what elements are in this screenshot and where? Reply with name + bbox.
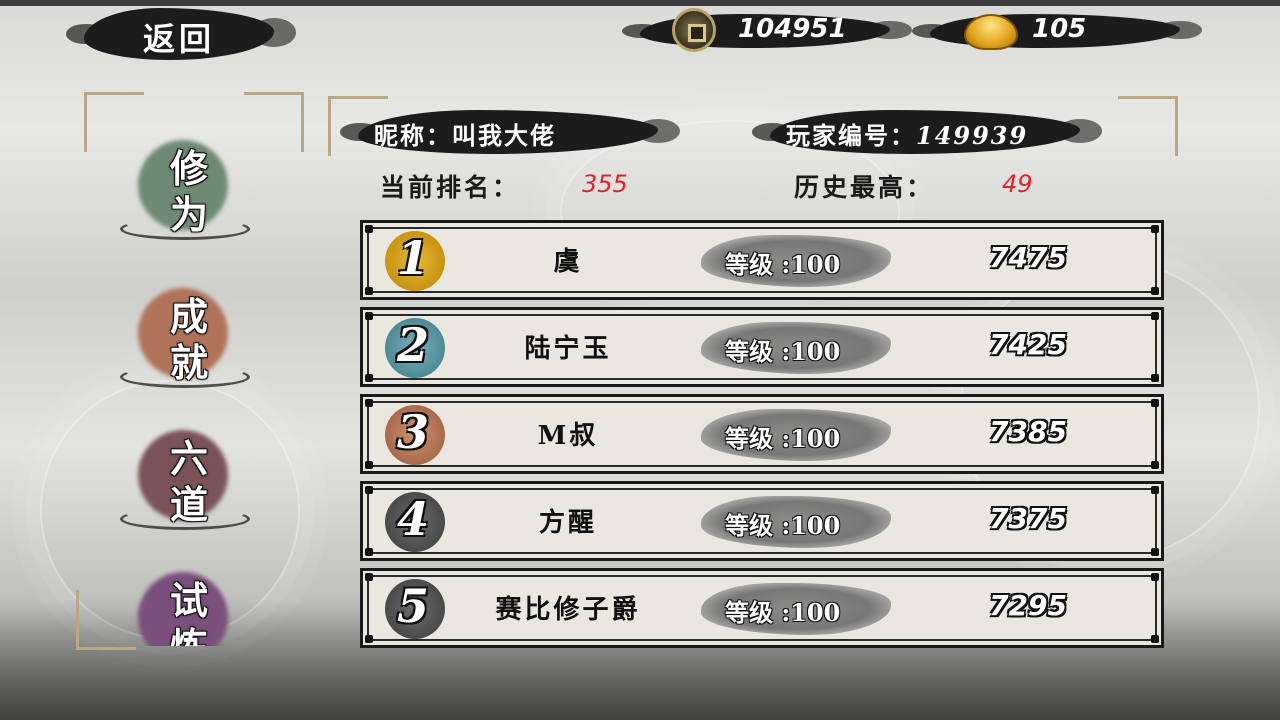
player-name: 虞	[553, 247, 583, 277]
rank-number: 5	[397, 579, 430, 633]
frame-corner	[1118, 96, 1178, 156]
score: 7375	[989, 502, 1067, 535]
corner-rivet	[1151, 548, 1159, 556]
tab-label-bottom: 就	[170, 340, 209, 385]
current-rank-label: 当前排名：	[380, 173, 521, 202]
level-text: 等级 :100	[725, 337, 841, 366]
player-name: 陆宁玉	[524, 334, 612, 364]
rank-number: 2	[397, 318, 430, 372]
level-badge: 等级 :100	[701, 409, 891, 461]
tab-label-bottom: 道	[170, 482, 209, 527]
back-button-label: 返回	[142, 20, 215, 58]
corner-rivet	[365, 573, 373, 581]
level-text: 等级 :100	[725, 250, 841, 279]
tab-trial[interactable]: 试 炼	[116, 566, 256, 646]
ranking-row[interactable]: 1 虞 等级 :100 7475	[360, 220, 1164, 300]
nickname-tag: 昵称：叫我大佬	[340, 110, 680, 154]
best-rank-label: 历史最高：	[794, 173, 935, 202]
top-strip	[0, 0, 1280, 6]
gold-ingot-icon	[964, 14, 1018, 50]
corner-rivet	[365, 287, 373, 295]
corner-rivet	[365, 548, 373, 556]
coin-counter: 104951	[622, 8, 912, 52]
nickname-value: 叫我大佬	[452, 121, 556, 150]
corner-rivet	[365, 461, 373, 469]
score: 7295	[989, 589, 1067, 622]
ranking-row[interactable]: 3 M叔 等级 :100 7385	[360, 394, 1164, 474]
level-badge: 等级 :100	[701, 583, 891, 635]
ingot-counter: 105	[912, 10, 1202, 52]
tab-six-paths[interactable]: 六 道	[116, 424, 256, 534]
score: 7475	[989, 241, 1067, 274]
rank-number: 4	[397, 492, 430, 546]
score: 7425	[989, 328, 1067, 361]
player-id-tag: 玩家编号：149939	[752, 110, 1102, 154]
current-rank-value: 355	[582, 170, 628, 198]
player-id-value: 149939	[916, 121, 1029, 150]
best-rank-value: 49	[1002, 170, 1033, 198]
corner-rivet	[1151, 374, 1159, 382]
level-text: 等级 :100	[725, 598, 841, 627]
nickname-label: 昵称：	[374, 121, 452, 150]
ranking-row[interactable]: 4 方醒 等级 :100 7375	[360, 481, 1164, 561]
tab-label-bottom: 为	[170, 192, 209, 237]
score: 7385	[989, 415, 1067, 448]
tab-cultivation[interactable]: 修 为	[116, 134, 256, 244]
player-id-label: 玩家编号：	[786, 121, 916, 150]
coin-value: 104951	[738, 14, 847, 44]
ranking-row[interactable]: 5 赛比修子爵 等级 :100 7295	[360, 568, 1164, 648]
player-name: 方醒	[538, 508, 597, 538]
corner-rivet	[1151, 635, 1159, 643]
corner-rivet	[1151, 312, 1159, 320]
back-button[interactable]: 返回	[66, 8, 296, 60]
tab-achievement[interactable]: 成 就	[116, 282, 256, 392]
level-badge: 等级 :100	[701, 322, 891, 374]
corner-rivet	[1151, 287, 1159, 295]
corner-rivet	[365, 399, 373, 407]
player-name: M叔	[537, 421, 599, 451]
level-badge: 等级 :100	[701, 496, 891, 548]
corner-rivet	[365, 374, 373, 382]
corner-rivet	[1151, 461, 1159, 469]
corner-rivet	[365, 225, 373, 233]
corner-rivet	[365, 635, 373, 643]
copper-coin-icon	[672, 8, 716, 52]
corner-rivet	[1151, 573, 1159, 581]
player-name: 赛比修子爵	[495, 595, 641, 625]
rank-number: 1	[397, 231, 430, 285]
ranking-row[interactable]: 2 陆宁玉 等级 :100 7425	[360, 307, 1164, 387]
corner-rivet	[1151, 486, 1159, 494]
player-id-text: 玩家编号：149939	[786, 116, 1028, 151]
corner-rivet	[1151, 225, 1159, 233]
nickname-text: 昵称：叫我大佬	[374, 116, 556, 151]
ingot-value: 105	[1032, 14, 1087, 44]
corner-rivet	[365, 486, 373, 494]
corner-rivet	[365, 312, 373, 320]
corner-rivet	[1151, 399, 1159, 407]
level-text: 等级 :100	[725, 424, 841, 453]
tab-label-bottom: 炼	[170, 616, 208, 646]
level-text: 等级 :100	[725, 511, 841, 540]
level-badge: 等级 :100	[701, 235, 891, 287]
rank-number: 3	[397, 405, 430, 459]
